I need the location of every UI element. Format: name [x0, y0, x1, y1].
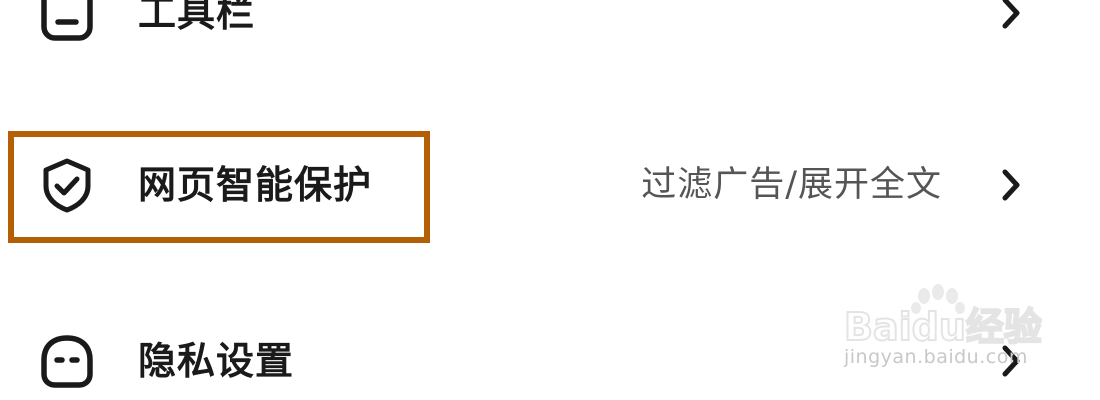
settings-row-toolbar[interactable]: 工具栏 — [0, 0, 1100, 68]
settings-row-web-protection[interactable]: 网页智能保护 过滤广告/展开全文 — [0, 130, 1100, 240]
watermark-url: jingyan.baidu.com — [844, 346, 1028, 368]
chevron-right-icon — [996, 168, 1026, 202]
chevron-right-icon — [996, 0, 1026, 30]
privacy-face-icon — [38, 332, 96, 390]
settings-row-label: 网页智能保护 — [138, 163, 373, 207]
shield-check-icon — [38, 156, 96, 214]
settings-row-label: 隐私设置 — [138, 339, 295, 383]
settings-page: 工具栏 网页智能保护 过滤广告/展开全文 隐私设置 Baidu经验 jingya… — [0, 0, 1100, 400]
settings-row-label: 工具栏 — [138, 0, 256, 35]
settings-row-value: 过滤广告/展开全文 — [641, 165, 942, 205]
toolbar-icon — [38, 0, 96, 42]
